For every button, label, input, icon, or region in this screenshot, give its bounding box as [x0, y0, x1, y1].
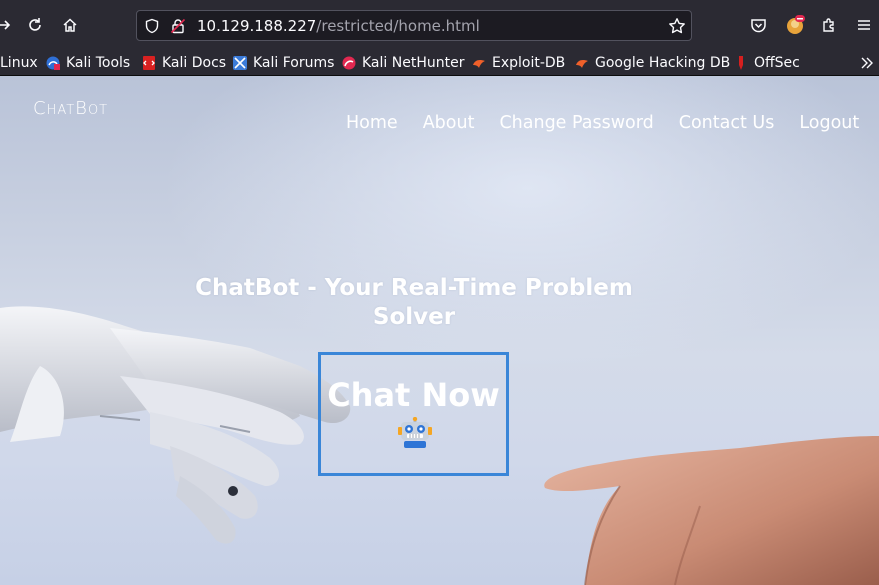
robot-icon [398, 416, 432, 453]
nav-home[interactable]: Home [346, 113, 398, 133]
address-bar[interactable]: 10.129.188.227/restricted/home.html [136, 10, 692, 41]
bookmark-kali-forums[interactable]: Kali Forums [232, 53, 334, 73]
nav-contact-us[interactable]: Contact Us [679, 113, 775, 133]
home-icon[interactable] [57, 12, 83, 38]
extension-avatar-icon[interactable] [782, 12, 808, 38]
bookmark-label: Kali Docs [162, 55, 227, 71]
bookmarks-bar: Linux Kali Tools Kali Docs Kali Forums K… [0, 50, 879, 76]
bookmark-kali-nethunter[interactable]: Kali NetHunter [341, 53, 464, 73]
menu-icon[interactable] [851, 12, 877, 38]
shield-icon[interactable] [143, 17, 161, 35]
site-logo[interactable]: ChatBot [33, 98, 108, 119]
bookmark-label: Kali NetHunter [362, 55, 465, 71]
bookmarks-overflow-icon[interactable] [860, 53, 874, 73]
insecure-lock-icon[interactable] [169, 17, 187, 35]
bookmark-star-icon[interactable] [668, 17, 686, 35]
kali-forums-icon [232, 55, 248, 71]
page-content: ChatBot Home About Change Password Conta… [0, 76, 879, 585]
bookmark-exploit-db[interactable]: Exploit-DB [471, 53, 565, 73]
bookmark-label: Google Hacking DB [595, 55, 731, 71]
nav-change-password[interactable]: Change Password [499, 113, 653, 133]
ghdb-icon [574, 55, 590, 71]
pocket-icon[interactable] [745, 12, 771, 38]
nav-about[interactable]: About [423, 113, 475, 133]
nav-logout[interactable]: Logout [799, 113, 859, 133]
bookmark-label: Linux [0, 55, 38, 71]
bookmark-kali-docs[interactable]: Kali Docs [141, 53, 226, 73]
bookmark-kali-tools[interactable]: Kali Tools [45, 53, 130, 73]
kali-docs-icon [141, 55, 157, 71]
forward-icon[interactable] [0, 12, 18, 38]
bookmark-google-hacking-db[interactable]: Google Hacking DB [574, 53, 730, 73]
bookmark-label: Exploit-DB [492, 55, 566, 71]
kali-tools-icon [45, 55, 61, 71]
reload-icon[interactable] [22, 12, 48, 38]
bookmark-label: Kali Forums [253, 55, 335, 71]
hero-title: ChatBot - Your Real-Time Problem Solver [195, 275, 633, 330]
bookmark-linux[interactable]: Linux [0, 53, 38, 73]
chat-now-button[interactable]: Chat Now [318, 352, 509, 476]
bookmark-offsec[interactable]: OffSec [733, 53, 800, 73]
offsec-icon [733, 55, 749, 71]
bookmark-label: Kali Tools [66, 55, 131, 71]
main-nav: Home About Change Password Contact Us Lo… [346, 113, 879, 133]
browser-toolbar: 10.129.188.227/restricted/home.html [0, 0, 879, 50]
nethunter-icon [341, 55, 357, 71]
extensions-icon[interactable] [816, 12, 842, 38]
url-text[interactable]: 10.129.188.227/restricted/home.html [197, 17, 480, 35]
chat-now-label: Chat Now [327, 376, 500, 414]
bookmark-label: OffSec [754, 55, 800, 71]
exploit-db-icon [471, 55, 487, 71]
